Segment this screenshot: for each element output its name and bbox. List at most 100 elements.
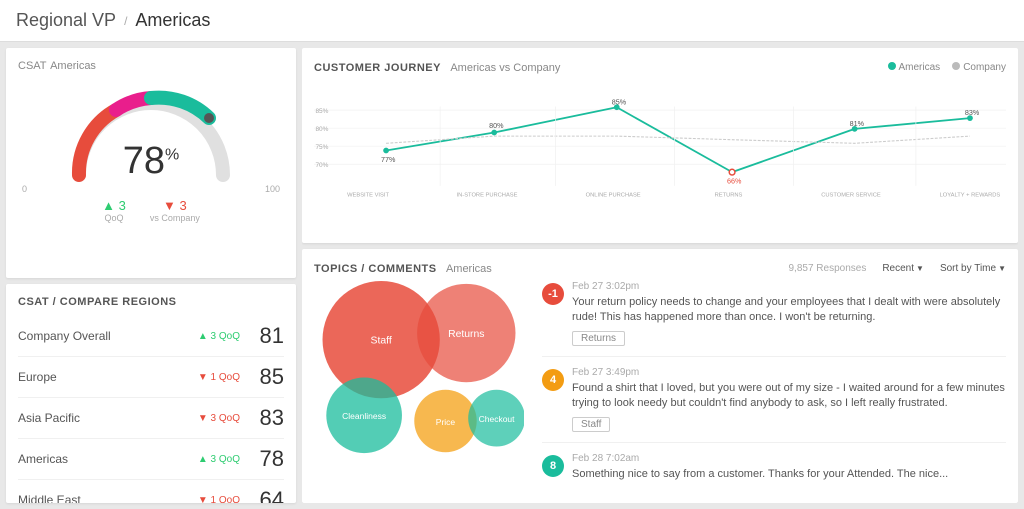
topics-bubbles: Staff Returns Cleanliness Price [314,281,534,491]
svg-text:Returns: Returns [448,329,484,340]
region-score: 83 [252,405,284,431]
gauge-labels: 0 100 [18,184,284,194]
svg-text:81%: 81% [850,119,865,128]
topics-card: Topics / Comments Americas 9,857 Respons… [302,249,1018,503]
comment-item: -1 Feb 27 3:02pm Your return policy need… [542,281,1006,357]
comment-item: 8 Feb 28 7:02am Something nice to say fr… [542,453,1006,491]
svg-text:85%: 85% [612,97,627,106]
comment-body: Feb 27 3:02pm Your return policy needs t… [572,281,1006,346]
csat-card: CSAT Americas [6,48,296,278]
svg-text:IN-STORE PURCHASE: IN-STORE PURCHASE [457,193,518,199]
gauge-value: 78% [123,142,180,180]
region-score: 64 [252,487,284,503]
topics-content: Staff Returns Cleanliness Price [314,281,1006,491]
comment-text: Your return policy needs to change and y… [572,295,1006,326]
region-name: Company Overall [18,329,198,343]
stat-company-label: vs Company [150,213,200,223]
svg-text:83%: 83% [965,108,980,117]
comment-text: Found a shirt that I loved, but you were… [572,381,1006,412]
comment-score: 4 [542,369,564,391]
svg-text:85%: 85% [315,108,328,115]
journey-chart: 85% 80% 75% 70% 77% [314,78,1006,218]
svg-text:80%: 80% [489,121,504,130]
topics-header: Topics / Comments Americas 9,857 Respons… [314,261,1006,275]
svg-text:CUSTOMER SERVICE: CUSTOMER SERVICE [821,193,881,199]
svg-text:70%: 70% [315,162,328,169]
region-item: Asia Pacific ▼ 3 QoQ 83 [18,398,284,439]
svg-text:LOYALTY + REWARDS: LOYALTY + REWARDS [940,193,1001,199]
csat-region: Americas [50,60,96,72]
region-name: Europe [18,370,198,384]
comment-body: Feb 28 7:02am Something nice to say from… [572,453,1006,486]
comment-score: -1 [542,283,564,305]
region-name: Asia Pacific [18,411,198,425]
comment-date: Feb 27 3:02pm [572,281,1006,292]
svg-text:77%: 77% [381,155,396,164]
journey-card: Customer Journey Americas vs Company Ame… [302,48,1018,243]
topics-responses: 9,857 Responses [788,263,866,274]
svg-text:Staff: Staff [371,335,392,346]
comment-item: 4 Feb 27 3:49pm Found a shirt that I lov… [542,367,1006,443]
region-score: 78 [252,446,284,472]
region-qoq: ▲ 3 QoQ [198,331,240,342]
topics-title-group: Topics / Comments Americas [314,261,492,275]
compare-title: CSAT / Compare Regions [18,296,284,308]
legend-americas: Americas [888,62,941,73]
region-qoq: ▼ 3 QoQ [198,413,240,424]
comment-date: Feb 27 3:49pm [572,367,1006,378]
comment-date: Feb 28 7:02am [572,453,1006,464]
stat-qoq-label: QoQ [102,213,126,223]
legend-company: Company [952,62,1006,73]
gauge-max: 100 [265,184,280,194]
header-separator: / [124,14,127,28]
page-container: Regional VP / Americas CSAT Americas [0,0,1024,509]
svg-text:75%: 75% [315,144,328,151]
comments-list: -1 Feb 27 3:02pm Your return policy need… [542,281,1006,491]
region-name: Americas [18,452,198,466]
left-column: CSAT Americas [6,48,296,503]
bubble-svg: Staff Returns Cleanliness Price [314,281,524,456]
header: Regional VP / Americas [0,0,1024,42]
page-title: Regional VP [16,10,116,31]
region-item: Europe ▼ 1 QoQ 85 [18,357,284,398]
region-score: 85 [252,364,284,390]
svg-text:Checkout: Checkout [479,414,516,424]
svg-text:Price: Price [436,417,456,427]
svg-text:ONLINE PURCHASE: ONLINE PURCHASE [586,193,641,199]
comment-score: 8 [542,455,564,477]
comment-text: Something nice to say from a customer. T… [572,467,1006,482]
journey-header: Customer Journey Americas vs Company Ame… [314,60,1006,74]
svg-text:WEBSITE VISIT: WEBSITE VISIT [347,193,389,199]
region-name: Middle East [18,493,198,503]
header-region: Americas [135,10,210,31]
gauge-stats: ▲ 3 QoQ ▼ 3 vs Company [18,198,284,223]
stat-company: ▼ 3 vs Company [150,198,200,223]
region-qoq: ▼ 1 QoQ [198,495,240,504]
svg-text:RETURNS: RETURNS [715,193,743,199]
gauge-min: 0 [22,184,27,194]
compare-card: CSAT / Compare Regions Company Overall ▲… [6,284,296,503]
svg-text:Cleanliness: Cleanliness [342,411,386,421]
right-column: Customer Journey Americas vs Company Ame… [302,48,1018,503]
region-list: Company Overall ▲ 3 QoQ 81 Europe ▼ 1 Qo… [18,316,284,503]
region-score: 81 [252,323,284,349]
stat-qoq: ▲ 3 QoQ [102,198,126,223]
comment-tag[interactable]: Staff [572,417,610,432]
region-item: Company Overall ▲ 3 QoQ 81 [18,316,284,357]
main-content: CSAT Americas [0,42,1024,509]
region-qoq: ▼ 1 QoQ [198,372,240,383]
csat-title: CSAT Americas [18,60,284,72]
recent-button[interactable]: Recent ▼ [882,263,924,274]
topics-controls: 9,857 Responses Recent ▼ Sort by Time ▼ [788,263,1006,274]
stat-qoq-value: ▲ 3 [102,198,126,213]
comment-tag[interactable]: Returns [572,331,625,346]
sort-time-button[interactable]: Sort by Time ▼ [940,263,1006,274]
region-qoq: ▲ 3 QoQ [198,454,240,465]
stat-company-value: ▼ 3 [150,198,200,213]
region-item: Middle East ▼ 1 QoQ 64 [18,480,284,503]
svg-text:66%: 66% [727,177,742,186]
region-item: Americas ▲ 3 QoQ 78 [18,439,284,480]
journey-title: Customer Journey Americas vs Company [314,60,560,74]
comment-body: Feb 27 3:49pm Found a shirt that I loved… [572,367,1006,432]
journey-legend: Americas Company [888,62,1007,73]
